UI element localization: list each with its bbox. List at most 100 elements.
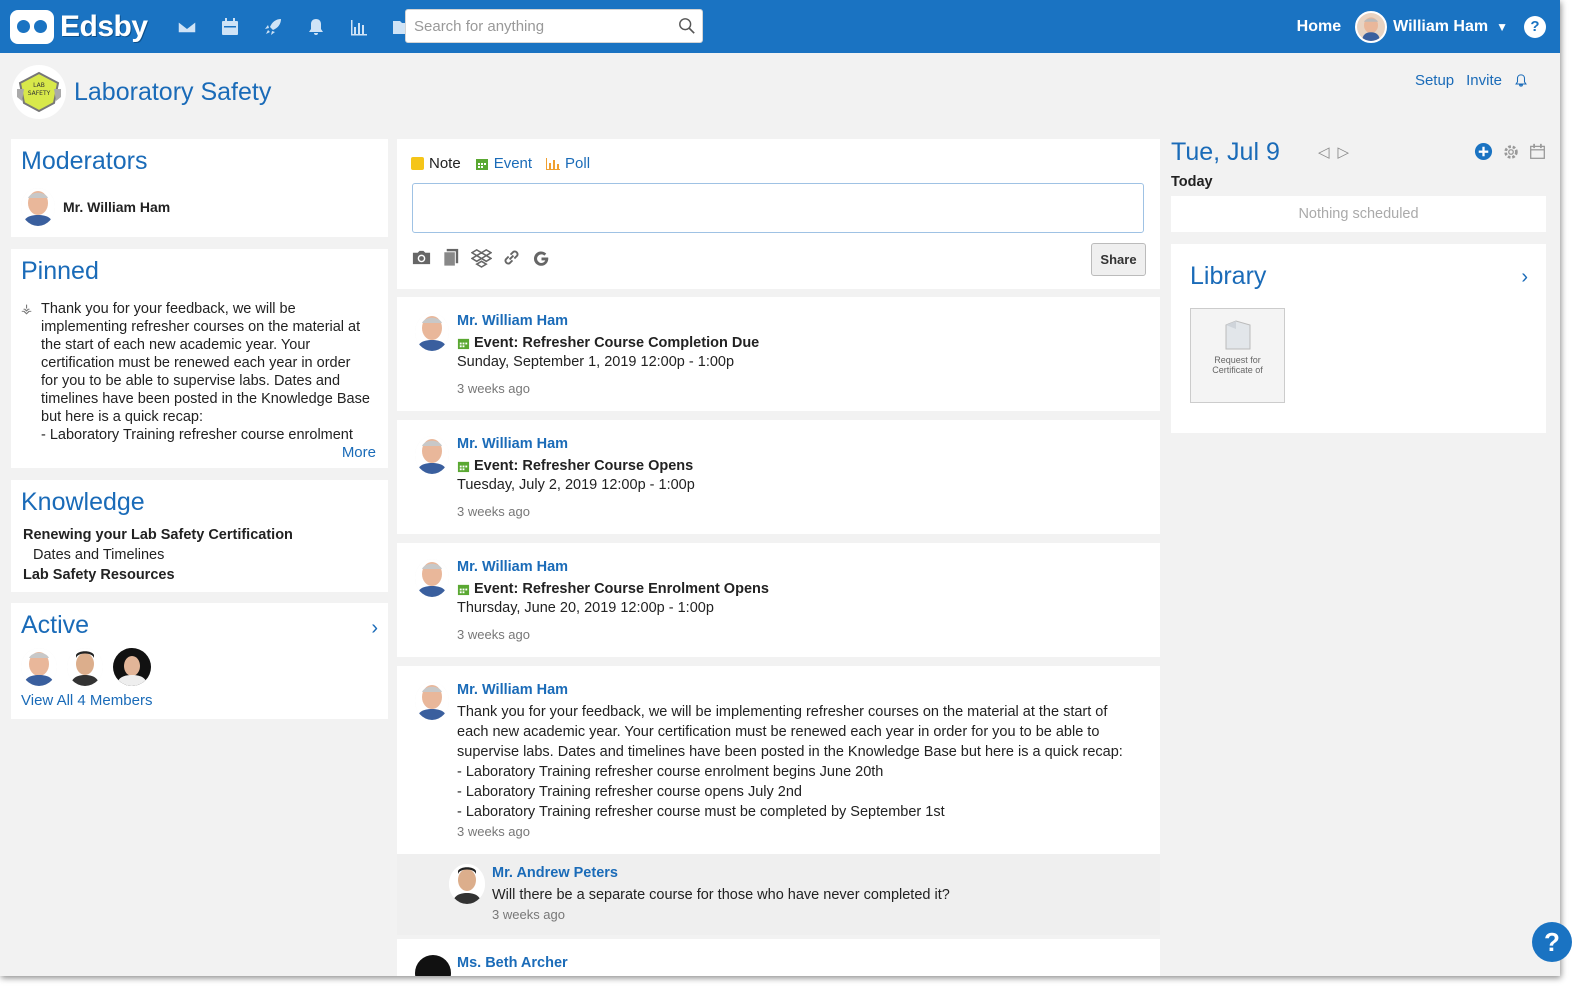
event-line[interactable]: Event: Refresher Course Enrolment Opens bbox=[457, 581, 1140, 597]
post-author[interactable]: Mr. William Ham bbox=[457, 682, 1150, 698]
avatar[interactable] bbox=[21, 188, 55, 226]
reply-comment: Mr. Andrew Peters Will there be a separa… bbox=[397, 854, 1160, 935]
chevron-right-icon[interactable]: › bbox=[371, 617, 378, 640]
event-calendar-icon bbox=[475, 158, 488, 170]
library-file-tile[interactable]: Request for Certificate of bbox=[1190, 308, 1285, 403]
help-icon[interactable]: ? bbox=[1524, 15, 1546, 38]
kb-item-resources[interactable]: Lab Safety Resources bbox=[23, 565, 378, 585]
post-author[interactable]: Mr. William Ham bbox=[457, 436, 1140, 452]
event-calendar-icon bbox=[457, 461, 470, 472]
post-author[interactable]: Ms. Beth Archer bbox=[457, 955, 568, 971]
user-avatar[interactable] bbox=[1355, 10, 1388, 43]
floating-help-button[interactable]: ? bbox=[1532, 922, 1572, 962]
page-title: Laboratory Safety bbox=[74, 78, 272, 106]
event-time: Thursday, June 20, 2019 12:00p - 1:00p bbox=[457, 600, 714, 616]
avatar[interactable] bbox=[415, 955, 451, 976]
app-window: Edsby Hom bbox=[0, 0, 1560, 976]
event-line[interactable]: Event: Refresher Course Opens bbox=[457, 458, 1140, 474]
pinned-card: Pinned ⚶ Thank you for your feedback, we… bbox=[11, 249, 388, 468]
search-input[interactable] bbox=[406, 10, 666, 42]
member-avatar[interactable] bbox=[21, 648, 57, 686]
dropbox-icon[interactable] bbox=[471, 247, 492, 268]
timestamp: 3 weeks ago bbox=[457, 381, 530, 396]
feed-post: Mr. William Ham Event: Refresher Course … bbox=[397, 420, 1160, 534]
file-caption: Request for Certificate of bbox=[1212, 355, 1263, 375]
top-bar: Edsby Hom bbox=[0, 0, 1560, 53]
event-title: Refresher Course Opens bbox=[522, 458, 694, 474]
post-author[interactable]: Mr. William Ham bbox=[457, 313, 1140, 329]
link-icon[interactable] bbox=[501, 247, 522, 268]
kb-item-dates[interactable]: Dates and Timelines bbox=[23, 545, 378, 565]
calendar-nav: ◁ ▷ bbox=[1318, 143, 1349, 161]
tab-event[interactable]: Event bbox=[475, 155, 532, 172]
share-button[interactable]: Share bbox=[1091, 243, 1146, 276]
timestamp: 3 weeks ago bbox=[457, 824, 530, 839]
camera-icon[interactable] bbox=[411, 247, 432, 268]
add-icon[interactable] bbox=[1474, 142, 1493, 161]
tab-poll[interactable]: Poll bbox=[546, 155, 590, 172]
avatar[interactable] bbox=[415, 436, 449, 474]
logo-icon bbox=[10, 9, 54, 44]
view-all-members-link[interactable]: View All 4 Members bbox=[21, 692, 378, 709]
post-author[interactable]: Mr. William Ham bbox=[457, 559, 1140, 575]
avatar[interactable] bbox=[415, 559, 449, 597]
event-title: Refresher Course Enrolment Opens bbox=[522, 581, 769, 597]
next-day-icon[interactable]: ▷ bbox=[1338, 143, 1350, 161]
member-avatar[interactable] bbox=[67, 648, 103, 686]
logo-text: Edsby bbox=[60, 9, 148, 43]
moderators-title: Moderators bbox=[21, 147, 148, 175]
avatar[interactable] bbox=[415, 313, 449, 351]
chart-icon[interactable] bbox=[338, 0, 381, 53]
post-text: Thank you for your feedback, we will be … bbox=[457, 704, 1123, 820]
avatar[interactable] bbox=[449, 864, 485, 904]
setup-link[interactable]: Setup bbox=[1415, 72, 1454, 89]
chevron-right-icon[interactable]: › bbox=[1521, 266, 1528, 289]
rocket-icon[interactable] bbox=[252, 0, 295, 53]
active-card: Active › View All 4 Members bbox=[11, 603, 388, 719]
edsby-logo[interactable]: Edsby bbox=[10, 9, 148, 44]
nav-icons bbox=[166, 0, 424, 53]
timestamp: 3 weeks ago bbox=[492, 907, 565, 922]
knowledge-card: Knowledge Renewing your Lab Safety Certi… bbox=[11, 480, 388, 592]
calendar-tools bbox=[1474, 142, 1546, 161]
group-header: LAB SAFETY Laboratory Safety Setup Invit… bbox=[0, 53, 1560, 131]
feed-post: Mr. William Ham Thank you for your feedb… bbox=[397, 666, 1160, 854]
calendar-date: Tue, Jul 9 bbox=[1171, 138, 1280, 166]
member-avatar[interactable] bbox=[113, 648, 151, 686]
event-calendar-icon bbox=[457, 338, 470, 349]
feed-post: Mr. William Ham Event: Refresher Course … bbox=[397, 297, 1160, 411]
reply-author[interactable]: Mr. Andrew Peters bbox=[492, 865, 950, 881]
today-label: Today bbox=[1171, 174, 1213, 190]
more-link[interactable]: More bbox=[21, 444, 376, 461]
prev-day-icon[interactable]: ◁ bbox=[1318, 143, 1330, 161]
event-line[interactable]: Event: Refresher Course Completion Due bbox=[457, 335, 1140, 351]
event-time: Sunday, September 1, 2019 12:00p - 1:00p bbox=[457, 354, 735, 370]
note-icon bbox=[411, 157, 424, 170]
search-icon[interactable] bbox=[678, 17, 696, 35]
google-drive-icon[interactable] bbox=[531, 247, 552, 268]
invite-link[interactable]: Invite bbox=[1466, 72, 1502, 89]
user-name[interactable]: William Ham bbox=[1393, 18, 1488, 36]
calendar-icon[interactable] bbox=[209, 0, 252, 53]
moderator-name[interactable]: Mr. William Ham bbox=[63, 199, 170, 215]
event-time: Tuesday, July 2, 2019 12:00p - 1:00p bbox=[457, 477, 695, 493]
header-links: Setup Invite bbox=[1415, 72, 1528, 89]
knowledge-title: Knowledge bbox=[21, 488, 145, 516]
library-title: Library bbox=[1190, 262, 1267, 290]
bell-outline-icon[interactable] bbox=[1514, 73, 1528, 88]
tab-note[interactable]: Note bbox=[411, 155, 461, 172]
pin-icon: ⚶ bbox=[21, 301, 33, 316]
avatar[interactable] bbox=[415, 682, 449, 720]
timestamp: 3 weeks ago bbox=[457, 627, 530, 642]
kb-item-renewing[interactable]: Renewing your Lab Safety Certification bbox=[23, 525, 378, 545]
gear-icon[interactable] bbox=[1502, 143, 1520, 161]
chevron-down-icon[interactable]: ▼ bbox=[1496, 20, 1508, 34]
post-input[interactable] bbox=[412, 183, 1144, 233]
mail-icon[interactable] bbox=[166, 0, 209, 53]
document-icon[interactable] bbox=[441, 247, 462, 268]
bell-icon[interactable] bbox=[295, 0, 338, 53]
home-link[interactable]: Home bbox=[1297, 18, 1341, 36]
calendar-outline-icon[interactable] bbox=[1529, 143, 1546, 160]
timestamp: 3 weeks ago bbox=[457, 504, 530, 519]
file-icon bbox=[1225, 320, 1250, 350]
